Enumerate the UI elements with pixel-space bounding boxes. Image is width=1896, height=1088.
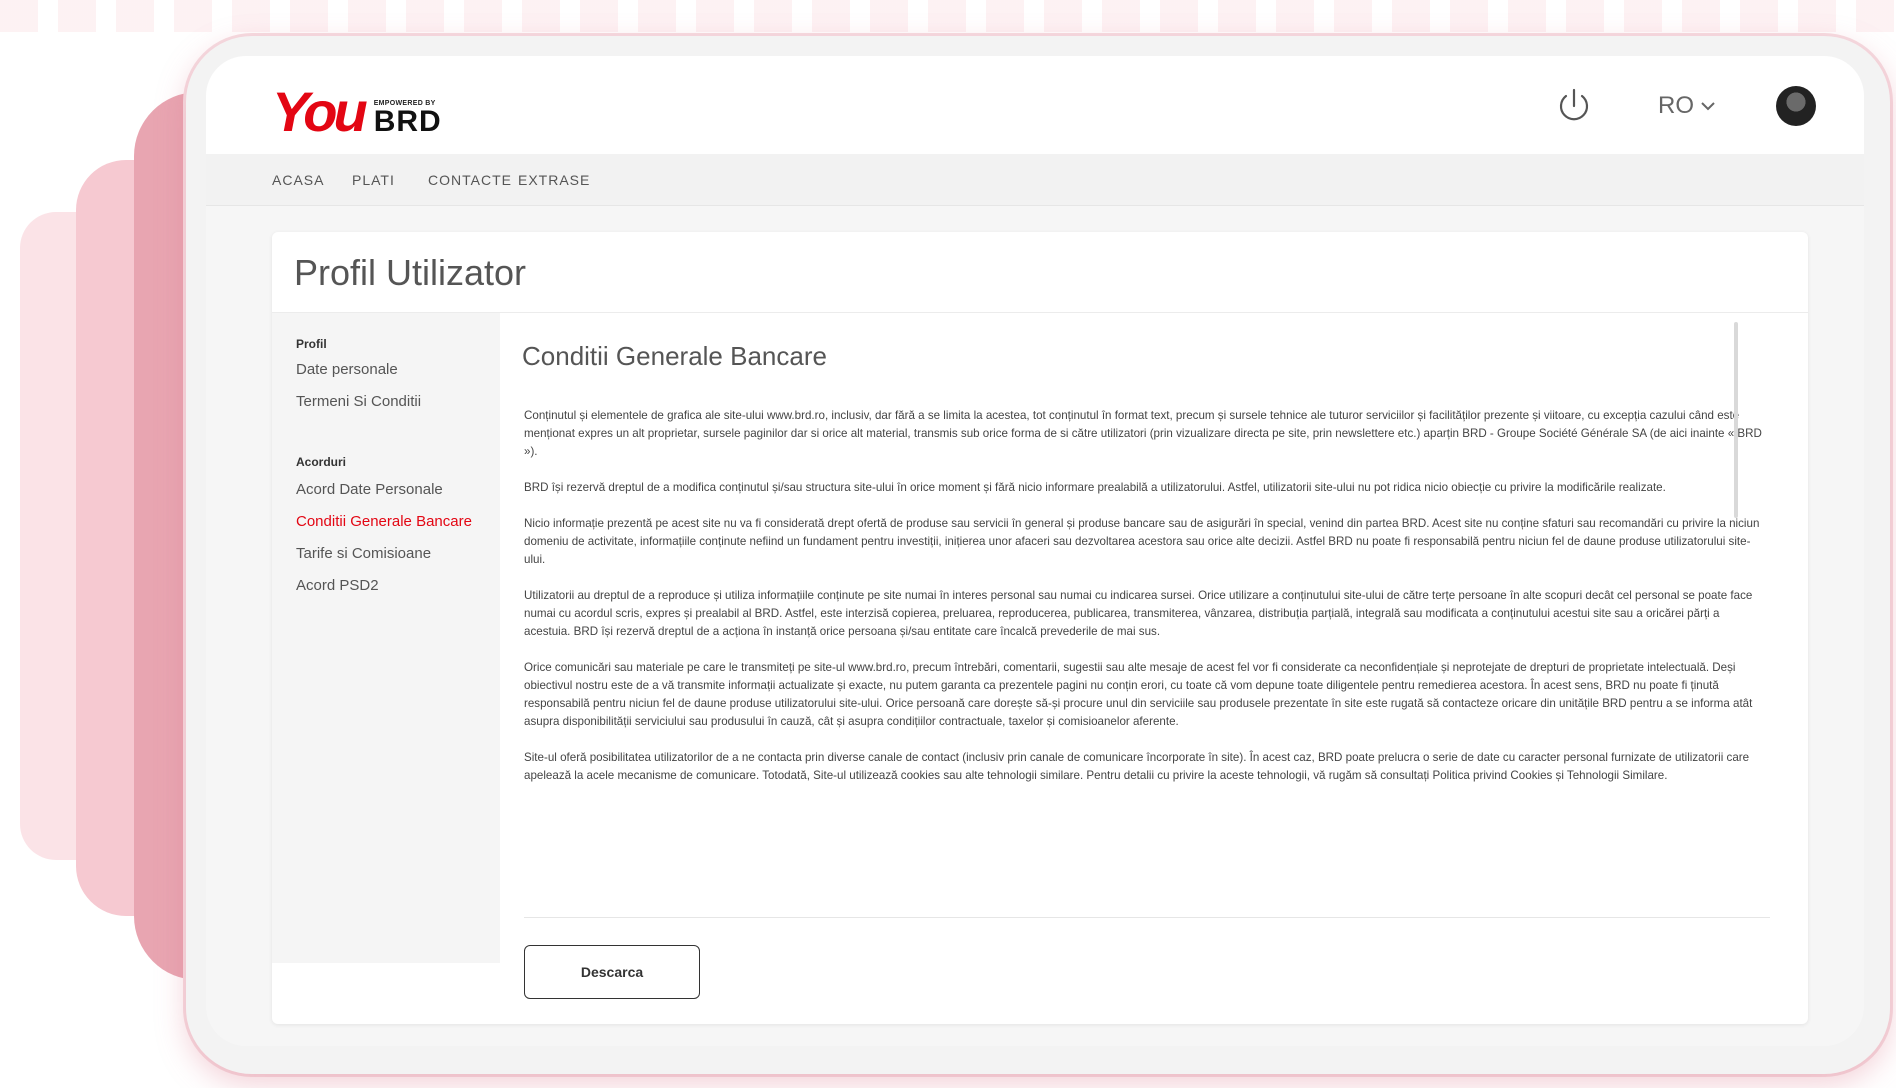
power-icon xyxy=(1559,88,1589,121)
profile-card: Profil Utilizator Profil Date personale … xyxy=(272,232,1808,1024)
scrollbar-thumb[interactable] xyxy=(1734,322,1738,518)
user-avatar[interactable] xyxy=(1776,86,1816,126)
document-paragraph: Site-ul oferă posibilitatea utilizatoril… xyxy=(524,751,1750,782)
logo-you: You xyxy=(272,80,368,143)
document-paragraph: Conținutul și elementele de grafica ale … xyxy=(524,409,1762,458)
language-label: RO xyxy=(1658,92,1694,119)
logo-brd: BRD xyxy=(373,105,442,138)
download-button[interactable]: Descarca xyxy=(524,945,700,999)
page-title: Profil Utilizator xyxy=(294,252,527,293)
document-paragraph: Utilizatorii au dreptul de a reproduce ș… xyxy=(524,589,1753,638)
brand-logo[interactable]: You EMPOWERED BY BRD xyxy=(272,82,442,140)
profile-sidebar: Profil Date personale Termeni Si Conditi… xyxy=(272,313,500,963)
nav-item-contacte[interactable]: CONTACTE xyxy=(428,172,512,188)
sidebar-item-acord-date-personale[interactable]: Acord Date Personale xyxy=(296,481,443,498)
nav-item-plati[interactable]: PLATI xyxy=(352,172,395,188)
app-header: You EMPOWERED BY BRD RO xyxy=(206,56,1864,154)
sidebar-item-termeni-si-conditii[interactable]: Termeni Si Conditii xyxy=(296,393,421,410)
sidebar-item-date-personale[interactable]: Date personale xyxy=(296,361,398,378)
sidebar-heading-profil: Profil xyxy=(296,337,327,351)
tablet-frame: You EMPOWERED BY BRD RO ACASA PLATI CONT… xyxy=(186,36,1890,1074)
document-title: Conditii Generale Bancare xyxy=(522,341,827,371)
document-paragraph: BRD își rezervă dreptul de a modifica co… xyxy=(524,481,1666,494)
logout-button[interactable] xyxy=(1554,86,1594,126)
sidebar-item-acord-psd2[interactable]: Acord PSD2 xyxy=(296,577,379,594)
language-selector[interactable]: RO xyxy=(1658,90,1716,122)
nav-item-extrase[interactable]: EXTRASE xyxy=(518,172,590,188)
decorative-top-pattern xyxy=(0,0,1896,32)
document-panel: Conditii Generale Bancare Conținutul și … xyxy=(522,313,1784,1013)
sidebar-item-conditii-generale-bancare[interactable]: Conditii Generale Bancare xyxy=(296,513,472,530)
document-body: Conținutul și elementele de grafica ale … xyxy=(524,407,1766,803)
app-screen: You EMPOWERED BY BRD RO ACASA PLATI CONT… xyxy=(206,56,1864,1046)
chevron-down-icon xyxy=(1701,102,1715,111)
sidebar-heading-acorduri: Acorduri xyxy=(296,455,347,469)
sidebar-item-tarife-si-comisioane[interactable]: Tarife si Comisioane xyxy=(296,545,431,562)
main-nav: ACASA PLATI CONTACTE EXTRASE xyxy=(206,154,1864,206)
nav-item-acasa[interactable]: ACASA xyxy=(272,172,324,188)
divider xyxy=(524,917,1770,918)
document-paragraph: Nicio informație prezentă pe acest site … xyxy=(524,517,1760,566)
document-paragraph: Orice comunicări sau materiale pe care l… xyxy=(524,661,1753,728)
